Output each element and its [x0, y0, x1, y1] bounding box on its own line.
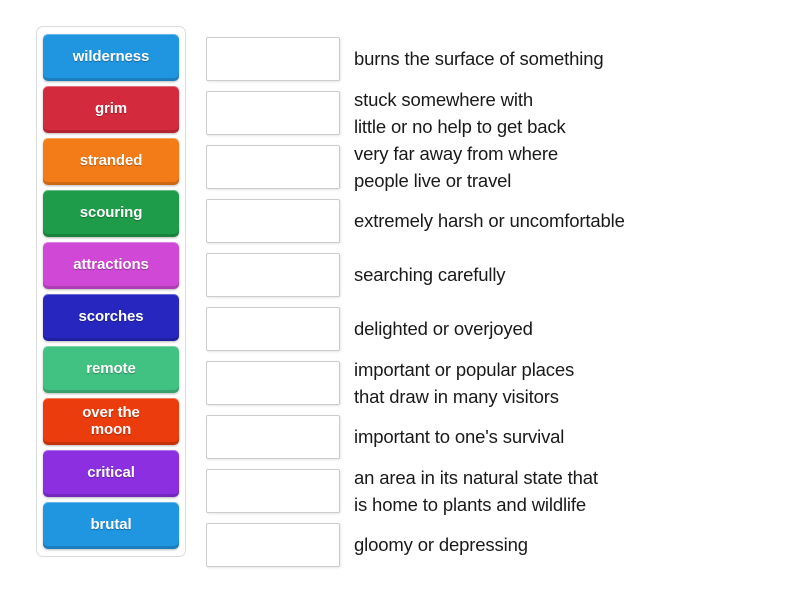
answer-dropbox[interactable]: [206, 469, 340, 513]
definition-row: burns the surface of something: [206, 32, 800, 86]
answer-dropbox[interactable]: [206, 253, 340, 297]
definition-text: stuck somewhere with little or no help t…: [354, 88, 566, 137]
word-tile[interactable]: scouring: [43, 190, 179, 237]
word-tile[interactable]: wilderness: [43, 34, 179, 81]
word-tile-label: wilderness: [72, 48, 150, 66]
definition-row: important to one's survival: [206, 410, 800, 464]
definition-row: stuck somewhere with little or no help t…: [206, 86, 800, 140]
word-tile-label: scouring: [79, 204, 143, 222]
definition-text: delighted or overjoyed: [354, 318, 533, 340]
answer-dropbox[interactable]: [206, 523, 340, 567]
definition-row: an area in its natural state that is hom…: [206, 464, 800, 518]
word-tile[interactable]: stranded: [43, 138, 179, 185]
word-tile[interactable]: remote: [43, 346, 179, 393]
definition-text: searching carefully: [354, 264, 506, 286]
word-tile-label: scorches: [78, 308, 144, 326]
definition-rows-list: burns the surface of something stuck some…: [206, 32, 800, 572]
word-tile-label: over the moon: [82, 404, 140, 438]
answer-dropbox[interactable]: [206, 37, 340, 81]
definition-text: very far away from where people live or …: [354, 142, 559, 191]
word-tile-label: brutal: [90, 516, 132, 534]
word-tile[interactable]: grim: [43, 86, 179, 133]
definition-row: searching carefully: [206, 248, 800, 302]
definition-text: gloomy or depressing: [354, 534, 528, 556]
word-tile-label: grim: [94, 100, 128, 118]
answer-dropbox[interactable]: [206, 361, 340, 405]
answer-dropbox[interactable]: [206, 145, 340, 189]
word-tile-label: critical: [87, 464, 135, 482]
definition-row: very far away from where people live or …: [206, 140, 800, 194]
answer-dropbox[interactable]: [206, 415, 340, 459]
definition-row: important or popular places that draw in…: [206, 356, 800, 410]
definition-row: delighted or overjoyed: [206, 302, 800, 356]
word-tiles-panel: wilderness grim stranded scouring attraction…: [36, 26, 186, 557]
answer-dropbox[interactable]: [206, 199, 340, 243]
answer-dropbox[interactable]: [206, 91, 340, 135]
word-tile[interactable]: over the moon: [43, 398, 179, 445]
word-tile-label: stranded: [79, 152, 143, 170]
definition-row: extremely harsh or uncomfortable: [206, 194, 800, 248]
word-tile[interactable]: attractions: [43, 242, 179, 289]
word-tile-label: remote: [86, 360, 136, 378]
definition-row: gloomy or depressing: [206, 518, 800, 572]
word-tile[interactable]: brutal: [43, 502, 179, 549]
word-tile[interactable]: critical: [43, 450, 179, 497]
match-up-activity-board: wilderness grim stranded scouring attraction…: [0, 0, 800, 600]
definition-text: an area in its natural state that is hom…: [354, 466, 598, 515]
definition-text: burns the surface of something: [354, 48, 604, 70]
definition-text: important or popular places that draw in…: [354, 358, 575, 407]
definition-text: important to one's survival: [354, 426, 565, 448]
answer-dropbox[interactable]: [206, 307, 340, 351]
word-tile-label: attractions: [73, 256, 149, 274]
definition-text: extremely harsh or uncomfortable: [354, 210, 625, 232]
word-tile[interactable]: scorches: [43, 294, 179, 341]
